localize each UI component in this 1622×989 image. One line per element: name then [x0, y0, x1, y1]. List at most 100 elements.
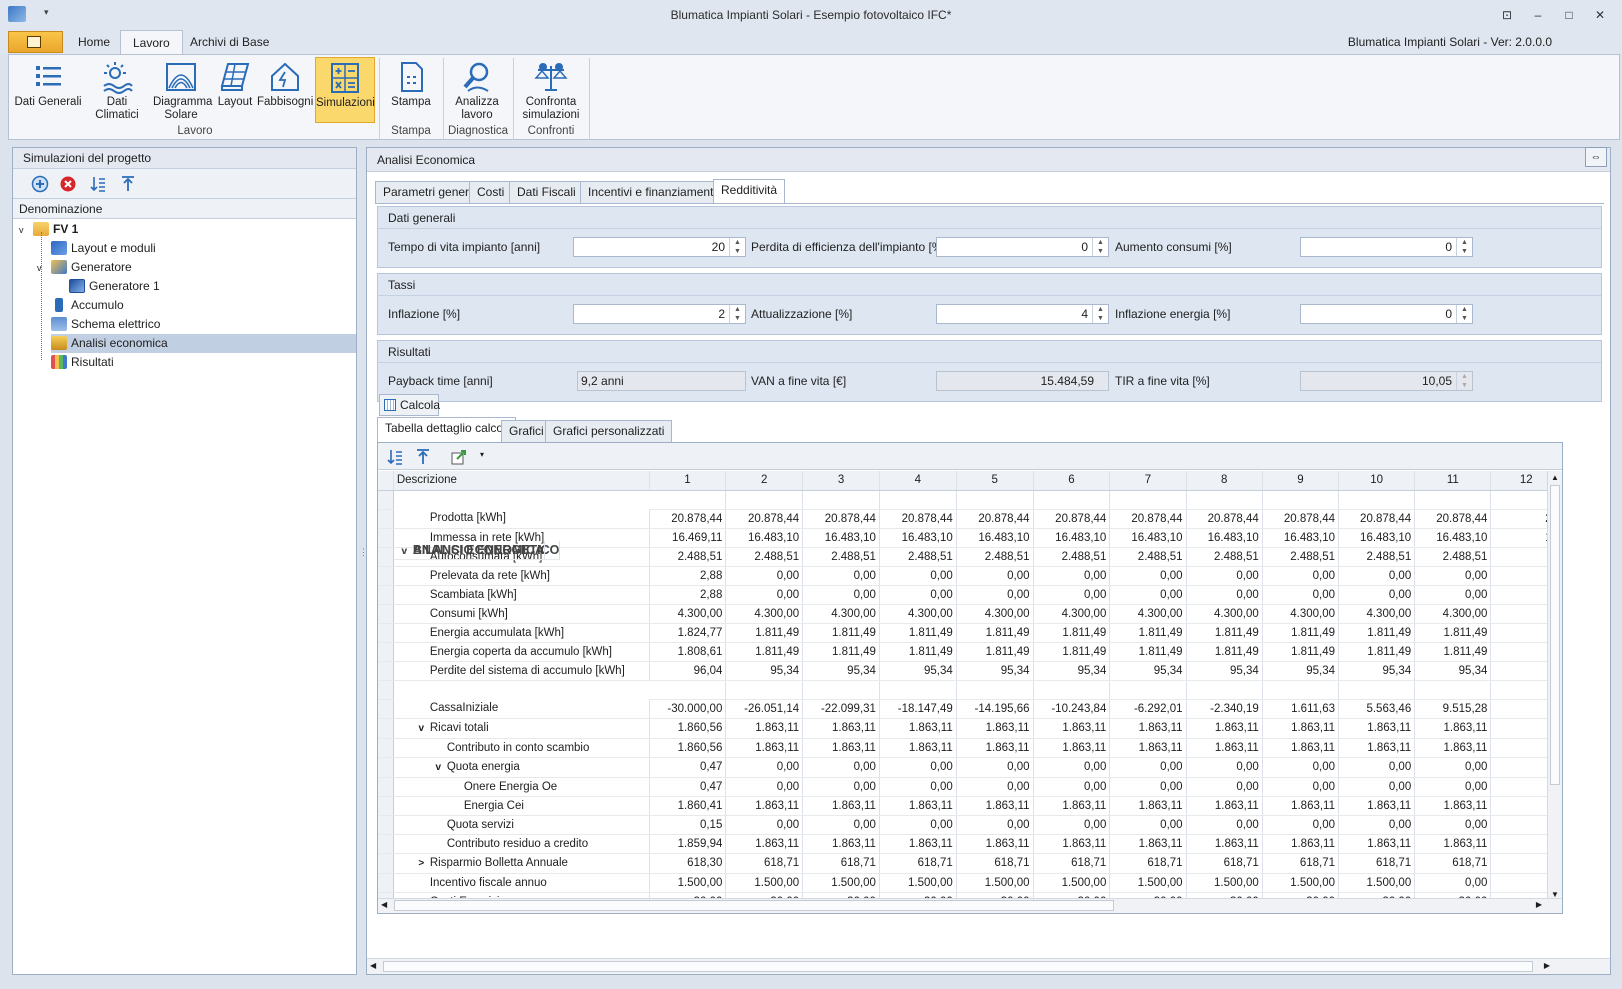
- table-row[interactable]: Energia Cei 1.860,41 1.863,11 1.863,11 1.863…: [378, 796, 1562, 816]
- column-header-year[interactable]: 7: [1109, 471, 1187, 491]
- scroll-left-icon[interactable]: ◀: [381, 900, 387, 909]
- simulazioni-button[interactable]: Simulazioni: [315, 57, 375, 123]
- row-indicator[interactable]: [378, 661, 394, 681]
- table-row[interactable]: v ANALISI ECONOMICA: [378, 541, 1562, 700]
- row-indicator[interactable]: [378, 566, 394, 586]
- table-row[interactable]: Prelevata da rete [kWh] 2,88 0,00 0,00 0,00 0…: [378, 566, 1562, 586]
- horizontal-scrollbar[interactable]: ◀ ▶: [378, 898, 1562, 913]
- tree-item-generatore[interactable]: v Generatore: [37, 258, 356, 277]
- row-indicator[interactable]: [378, 757, 394, 778]
- row-indicator[interactable]: [378, 873, 394, 893]
- column-header-year[interactable]: 2: [725, 471, 804, 491]
- restore-layout-icon[interactable]: ⊡: [1496, 6, 1518, 24]
- row-indicator[interactable]: [378, 796, 394, 816]
- column-header-year[interactable]: 3: [802, 471, 880, 491]
- tree-item-layout-moduli[interactable]: Layout e moduli: [51, 239, 356, 258]
- table-row[interactable]: Contributo in conto scambio 1.860,56 1.863…: [378, 738, 1562, 758]
- column-header-year[interactable]: 1: [649, 471, 727, 491]
- row-indicator[interactable]: [378, 680, 394, 700]
- tab-dati-fiscali[interactable]: Dati Fiscali: [509, 181, 584, 203]
- table-row[interactable]: Energia accumulata [kWh] 1.824,77 1.811,49…: [378, 623, 1562, 643]
- spin-arrows[interactable]: ▲ ▼: [729, 305, 745, 323]
- tree-item-accumulo[interactable]: Accumulo: [51, 296, 356, 315]
- tree-item-analisi-economica[interactable]: Analisi economica: [51, 334, 356, 353]
- table-row[interactable]: Onere Energia Oe 0,47 0,00 0,00 0,00 0,00 0,00…: [378, 777, 1562, 797]
- dati-climatici-button[interactable]: Dati Climatici: [85, 57, 149, 123]
- row-indicator[interactable]: [378, 642, 394, 662]
- row-indicator[interactable]: [378, 490, 394, 510]
- move-top-icon[interactable]: [414, 448, 432, 466]
- table-row[interactable]: Contributo residuo a credito 1.859,94 1.86…: [378, 834, 1562, 854]
- scroll-up-icon[interactable]: ▲: [1551, 473, 1559, 482]
- panel-horizontal-scrollbar[interactable]: ◀ ▶: [367, 958, 1610, 974]
- scroll-thumb[interactable]: [383, 961, 1533, 972]
- tree-item-schema-elettrico[interactable]: Schema elettrico: [51, 315, 356, 334]
- table-row[interactable]: Perdite del sistema di accumulo [kWh] 96,…: [378, 661, 1562, 681]
- row-indicator[interactable]: [378, 585, 394, 605]
- row-indicator[interactable]: [378, 604, 394, 624]
- spin-arrows[interactable]: ▲ ▼: [729, 238, 745, 256]
- scroll-right-icon[interactable]: ▶: [1544, 961, 1550, 970]
- spin-arrows[interactable]: ▲ ▼: [1456, 238, 1472, 256]
- sort-down-icon[interactable]: [89, 175, 107, 193]
- column-header-year[interactable]: 9: [1262, 471, 1340, 491]
- row-indicator[interactable]: [378, 509, 394, 529]
- tab-redditivita[interactable]: Redditività: [713, 179, 786, 203]
- tab-home[interactable]: Home: [66, 30, 122, 54]
- row-indicator[interactable]: [378, 777, 394, 797]
- row-indicator[interactable]: [378, 699, 394, 719]
- delete-icon[interactable]: [59, 175, 77, 193]
- inflazione-energia-input[interactable]: 0 ▲ ▼: [1300, 304, 1473, 324]
- table-row[interactable]: Prodotta [kWh] 20.878,44 20.878,44 20.878,4…: [378, 509, 1562, 529]
- scroll-left-icon[interactable]: ◀: [370, 961, 376, 970]
- collapse-icon[interactable]: v: [413, 720, 430, 738]
- export-dropdown-icon[interactable]: ▾: [480, 450, 484, 459]
- tab-archivi[interactable]: Archivi di Base: [178, 30, 281, 54]
- table-row[interactable]: v BILANCIO ENERGETICO: [378, 490, 1562, 560]
- splitter-handle[interactable]: ⋮: [359, 548, 368, 566]
- row-indicator[interactable]: [378, 738, 394, 758]
- row-indicator[interactable]: [378, 834, 394, 854]
- collapse-icon[interactable]: v: [430, 759, 447, 777]
- tab-tabella-dettaglio[interactable]: Tabella dettaglio calcoli: [377, 417, 517, 442]
- perdita-efficienza-input[interactable]: 0 ▲ ▼: [936, 237, 1109, 257]
- spin-arrows[interactable]: ▲ ▼: [1092, 238, 1108, 256]
- scroll-thumb[interactable]: [1550, 485, 1560, 785]
- table-row[interactable]: v Quota energia 0,47 0,00 0,00 0,00 0,00 0,00 0,…: [378, 757, 1562, 778]
- tab-grafici-personalizzati[interactable]: Grafici personalizzati: [545, 420, 673, 442]
- row-indicator[interactable]: [378, 528, 394, 548]
- fabbisogni-button[interactable]: Fabbisogni: [257, 57, 313, 123]
- close-button[interactable]: ✕: [1589, 6, 1611, 24]
- add-icon[interactable]: [31, 175, 49, 193]
- table-row[interactable]: Incentivo fiscale annuo 1.500,00 1.500,00 1…: [378, 873, 1562, 893]
- tree-item-generatore-1[interactable]: Generatore 1: [69, 277, 356, 296]
- aumento-consumi-input[interactable]: 0 ▲ ▼: [1300, 237, 1473, 257]
- table-row[interactable]: Quota servizi 0,15 0,00 0,00 0,00 0,00 0,00 0,0…: [378, 815, 1562, 835]
- analizza-lavoro-button[interactable]: Analizza lavoro: [445, 57, 509, 123]
- column-header-year[interactable]: 11: [1414, 471, 1492, 491]
- collapse-icon[interactable]: v: [396, 543, 413, 559]
- expand-icon[interactable]: >: [413, 855, 430, 873]
- table-row[interactable]: v Ricavi totali 1.860,56 1.863,11 1.863,11 1.…: [378, 718, 1562, 739]
- table-row[interactable]: Scambiata [kWh] 2,88 0,00 0,00 0,00 0,00 0,00 0…: [378, 585, 1562, 605]
- file-menu-button[interactable]: [8, 31, 63, 53]
- row-indicator[interactable]: [378, 623, 394, 643]
- column-header-year[interactable]: 8: [1186, 471, 1263, 491]
- tab-incentivi[interactable]: Incentivi e finanziamenti: [580, 181, 725, 203]
- row-indicator[interactable]: [378, 547, 394, 567]
- collapse-icon[interactable]: v: [37, 259, 51, 278]
- row-indicator[interactable]: [378, 815, 394, 835]
- vertical-scrollbar[interactable]: ▲ ▼: [1547, 471, 1562, 901]
- minimize-button[interactable]: –: [1527, 6, 1549, 24]
- table-row[interactable]: > Risparmio Bolletta Annuale 618,30 618,71 6…: [378, 853, 1562, 874]
- panel-options-icon[interactable]: ⇔: [1585, 147, 1607, 167]
- tab-costi[interactable]: Costi: [469, 181, 513, 203]
- attualizzazione-input[interactable]: 4 ▲ ▼: [936, 304, 1109, 324]
- column-header-year[interactable]: 4: [879, 471, 957, 491]
- row-indicator[interactable]: [378, 718, 394, 739]
- column-header-descrizione[interactable]: Descrizione: [393, 471, 650, 491]
- row-indicator[interactable]: [378, 853, 394, 874]
- column-header-year[interactable]: 6: [1033, 471, 1111, 491]
- column-header-year[interactable]: 5: [956, 471, 1034, 491]
- tab-lavoro[interactable]: Lavoro: [120, 30, 183, 54]
